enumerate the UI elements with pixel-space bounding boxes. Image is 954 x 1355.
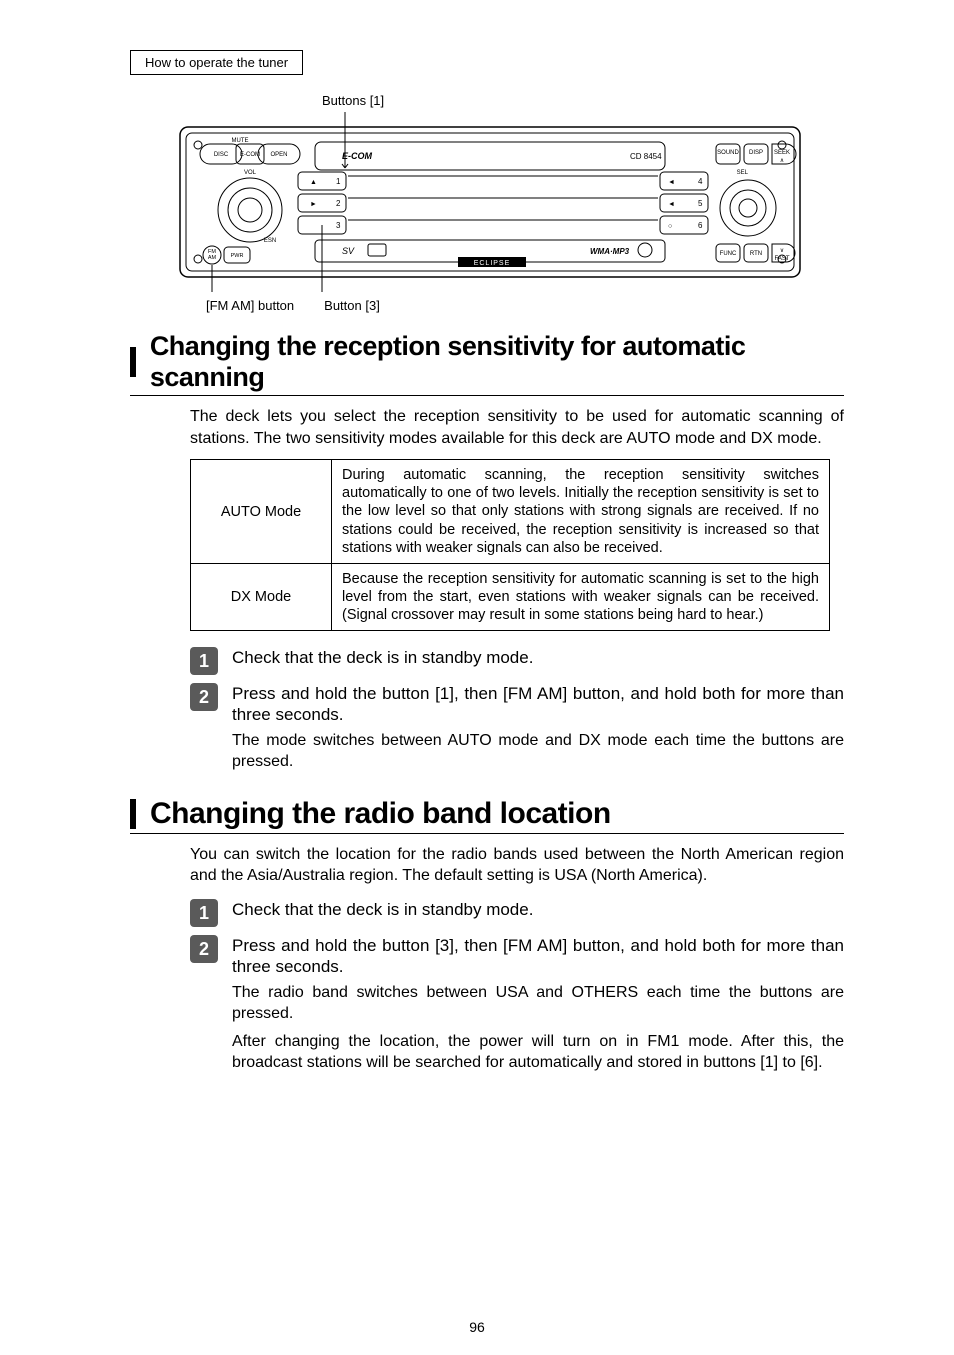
page-number: 96 [0, 1319, 954, 1335]
mode-desc-auto: During automatic scanning, the reception… [332, 460, 830, 564]
step-note: The mode switches between AUTO mode and … [232, 730, 844, 773]
svg-text:►: ► [310, 201, 317, 208]
svg-text:∧: ∧ [780, 158, 784, 164]
mode-name-auto: AUTO Mode [191, 460, 332, 564]
step-text: Check that the deck is in standby mode. [232, 647, 844, 668]
svg-text:E-COM: E-COM [240, 152, 260, 158]
table-row: AUTO Mode During automatic scanning, the… [191, 460, 830, 564]
svg-text:◄: ◄ [668, 201, 675, 208]
page: How to operate the tuner Buttons [1] MUT… [0, 0, 954, 1355]
svg-text:MUTE: MUTE [232, 138, 249, 144]
section1-steps: 1 Check that the deck is in standby mode… [190, 645, 844, 779]
svg-text:1: 1 [336, 177, 341, 186]
device-illustration: MUTE DISC E-COM OPEN VOL ESN FM AM PWR [170, 112, 810, 292]
svg-text:FAST: FAST [774, 256, 789, 262]
svg-text:WMA·MP3: WMA·MP3 [590, 247, 630, 256]
heading-bar [130, 347, 136, 377]
svg-text:E-COM: E-COM [342, 151, 373, 161]
svg-text:▲: ▲ [310, 179, 317, 186]
section-heading-sensitivity: Changing the reception sensitivity for a… [130, 331, 844, 396]
heading-text: Changing the reception sensitivity for a… [150, 331, 844, 393]
svg-text:6: 6 [698, 221, 703, 230]
svg-text:ESN: ESN [264, 238, 276, 244]
svg-text:RTN: RTN [750, 251, 762, 257]
step-number-badge: 1 [190, 899, 218, 927]
step-note: After changing the location, the power w… [232, 1031, 844, 1074]
heading-text: Changing the radio band location [150, 797, 611, 831]
svg-text:2: 2 [336, 199, 341, 208]
step-text: Press and hold the button [1], then [FM … [232, 683, 844, 726]
step: 1 Check that the deck is in standby mode… [190, 645, 844, 675]
annotation-buttons-1: Buttons [1] [322, 93, 844, 108]
svg-text:3: 3 [336, 221, 341, 230]
svg-text:OPEN: OPEN [270, 152, 287, 158]
step-number-badge: 1 [190, 647, 218, 675]
section2-steps: 1 Check that the deck is in standby mode… [190, 897, 844, 1080]
svg-text:◄: ◄ [668, 179, 675, 186]
mode-desc-dx: Because the reception sensitivity for au… [332, 563, 830, 630]
svg-text:PWR: PWR [231, 253, 244, 259]
svg-text:SV: SV [342, 246, 355, 256]
heading-bar [130, 799, 136, 829]
svg-text:VOL: VOL [244, 170, 257, 176]
step-text: Check that the deck is in standby mode. [232, 899, 844, 920]
mode-name-dx: DX Mode [191, 563, 332, 630]
svg-text:SEEK: SEEK [774, 150, 790, 156]
svg-text:DISC: DISC [214, 152, 229, 158]
svg-text:FUNC: FUNC [720, 251, 737, 257]
section2-intro: You can switch the location for the radi… [190, 844, 844, 887]
step-number-badge: 2 [190, 683, 218, 711]
section1-intro: The deck lets you select the reception s… [190, 406, 844, 449]
svg-text:ECLIPSE: ECLIPSE [474, 260, 511, 267]
svg-text:CD 8454: CD 8454 [630, 152, 662, 161]
step: 2 Press and hold the button [3], then [F… [190, 933, 844, 1080]
svg-text:5: 5 [698, 199, 703, 208]
step-note: The radio band switches between USA and … [232, 982, 844, 1025]
svg-text:SEL: SEL [737, 170, 749, 176]
step: 1 Check that the deck is in standby mode… [190, 897, 844, 927]
svg-text:AM: AM [208, 255, 217, 261]
device-figure: Buttons [1] MUTE DISC E-COM OPEN [170, 93, 844, 313]
svg-text:∨: ∨ [780, 248, 784, 254]
table-row: DX Mode Because the reception sensitivit… [191, 563, 830, 630]
step-text: Press and hold the button [3], then [FM … [232, 935, 844, 978]
annotation-button-3: Button [3] [324, 298, 380, 313]
svg-text:4: 4 [698, 177, 703, 186]
breadcrumb: How to operate the tuner [130, 50, 303, 75]
step-number-badge: 2 [190, 935, 218, 963]
svg-text:SOUND: SOUND [717, 150, 739, 156]
step: 2 Press and hold the button [1], then [F… [190, 681, 844, 779]
section-heading-band-location: Changing the radio band location [130, 797, 844, 834]
svg-text:○: ○ [668, 223, 672, 230]
svg-text:DISP: DISP [749, 150, 763, 156]
sensitivity-mode-table: AUTO Mode During automatic scanning, the… [190, 459, 830, 631]
annotation-fm-am-button: [FM AM] button [206, 298, 294, 313]
